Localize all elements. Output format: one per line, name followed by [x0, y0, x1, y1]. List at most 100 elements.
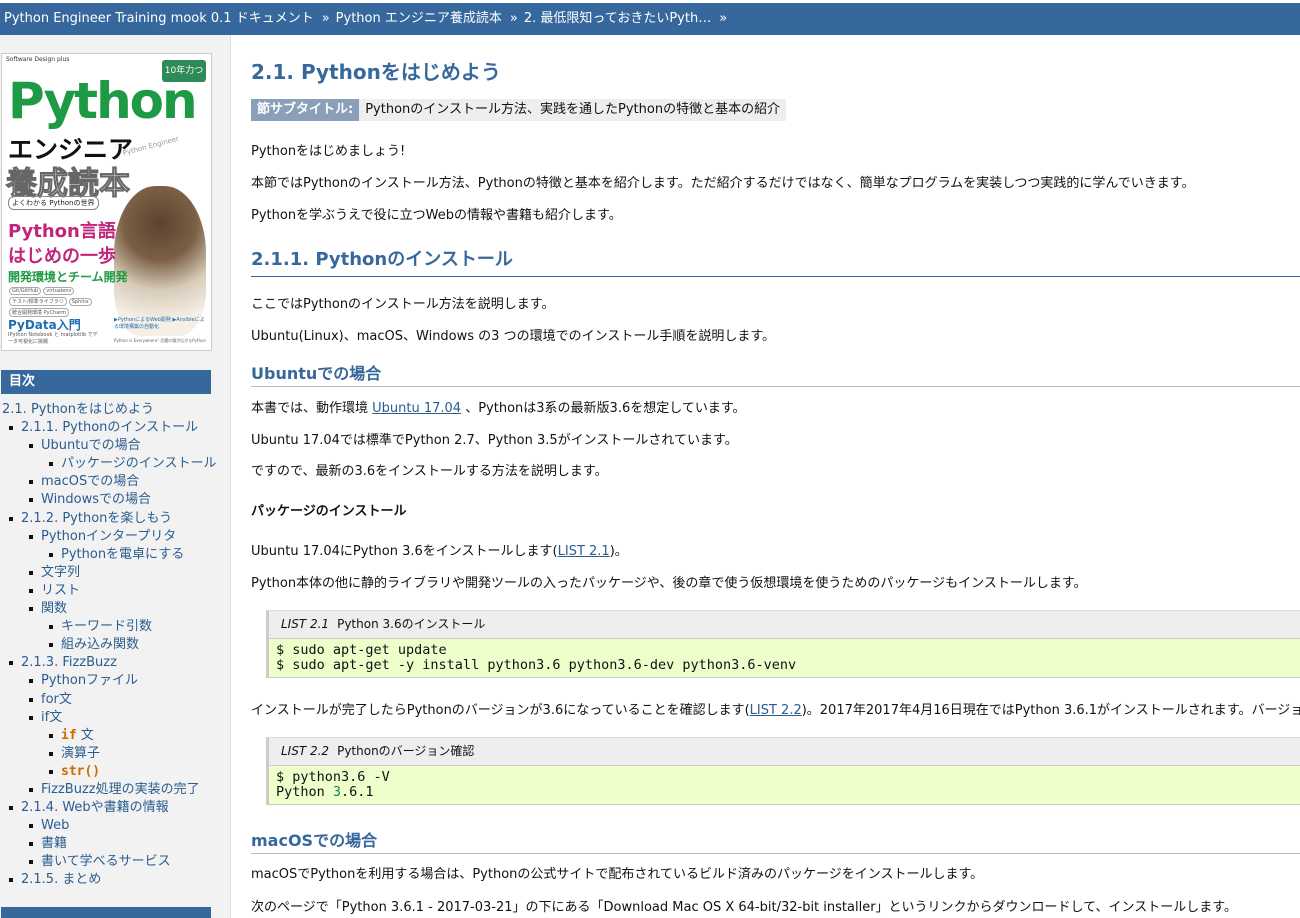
breadcrumb-separator-tail: »	[719, 11, 728, 26]
toc-item[interactable]: 2.1.1. Pythonのインストール	[0, 419, 230, 437]
toc-item-code: if	[61, 727, 77, 743]
list-2-1-link[interactable]: LIST 2.1	[558, 544, 610, 559]
toc-item[interactable]: Web	[0, 817, 230, 835]
section-heading-macos: macOSでの場合	[251, 831, 378, 850]
section-subtitle: 節サブタイトル: Pythonのインストール方法、実践を通したPythonの特徴と…	[251, 99, 787, 121]
toc-item-label: パッケージのインストール	[61, 456, 217, 472]
toc-item[interactable]: 演算子	[0, 745, 230, 763]
section-rule	[251, 853, 1300, 854]
toc-item[interactable]: 関数	[0, 600, 230, 618]
toc-item[interactable]: Pythonを電卓にする	[0, 546, 230, 564]
cover-pill: Git/GitHub	[9, 287, 42, 295]
toc-item[interactable]: str()	[0, 763, 230, 781]
paragraph: ここではPythonのインストール方法を説明します。	[251, 297, 555, 312]
toc-item[interactable]: for文	[0, 691, 230, 709]
section-heading-ubuntu: Ubuntuでの場合	[251, 364, 382, 383]
code-body[interactable]: $ sudo apt-get update $ sudo apt-get -y …	[266, 638, 1300, 678]
toc-item[interactable]: 書籍	[0, 835, 230, 853]
toc-item[interactable]: Pythonインタープリタ	[0, 528, 230, 546]
main-content: 2.1. Pythonをはじめよう 節サブタイトル: Pythonのインストール方…	[251, 35, 1300, 918]
text: インストールが完了したらPythonのバージョンが3.6になっていることを確認し…	[251, 703, 750, 718]
code-line: $ sudo apt-get -y install python3.6 pyth…	[276, 657, 797, 673]
toc-item[interactable]: if 文	[0, 727, 230, 745]
toc-item-label: Pythonインタープリタ	[41, 528, 177, 544]
cover-step1: Python言語	[8, 221, 116, 242]
paragraph: Ubuntu 17.04にPython 3.6をインストールします(LIST 2…	[251, 540, 628, 559]
paragraph: Python本体の他に静的ライブラリや開発ツールの入ったパッケージや、後の章で使…	[251, 576, 1087, 591]
code-caption-number: LIST 2.1	[281, 617, 330, 631]
toc-item[interactable]: 2.1.3. FizzBuzz	[0, 654, 230, 672]
sidebar: Software Design plus 10年力つくる Python Pyth…	[0, 35, 231, 918]
code-caption-number: LIST 2.2	[281, 744, 330, 758]
book-cover-image[interactable]: Software Design plus 10年力つくる Python Pyth…	[1, 53, 212, 351]
cover-step2: はじめの一歩	[8, 246, 116, 267]
cover-pill: Sphinx	[68, 298, 92, 306]
toc-item[interactable]: 組み込み関数	[0, 636, 230, 654]
text: 本書では、動作環境	[251, 401, 373, 416]
breadcrumb: Python Engineer Training mook 0.1 ドキュメント…	[0, 3, 1300, 35]
code-line: $ sudo apt-get update	[276, 642, 447, 658]
breadcrumb-root-link[interactable]: Python Engineer Training mook 0.1 ドキュメント	[4, 3, 314, 35]
paragraph: Pythonをはじめましょう!	[251, 144, 406, 159]
toc-item[interactable]: Ubuntuでの場合	[0, 437, 230, 455]
toc-header: 目次	[1, 370, 211, 394]
section-rule	[251, 276, 1300, 277]
toc-item[interactable]: 文字列	[0, 564, 230, 582]
toc-item-label: 文字列	[41, 564, 81, 580]
toc-item[interactable]: 2.1.5. まとめ	[0, 871, 230, 889]
breadcrumb-book-link[interactable]: Python エンジニア養成読本	[336, 3, 502, 35]
code-line-part: Python	[276, 784, 333, 800]
code-body[interactable]: $ python3.6 -V Python 3.6.1	[266, 765, 1300, 805]
code-caption: LIST 2.1 Python 3.6のインストール	[266, 610, 1300, 638]
toc-item[interactable]: 2.1.2. Pythonを楽しもう	[0, 510, 230, 528]
ubuntu-link[interactable]: Ubuntu 17.04	[372, 401, 461, 416]
list-2-2-link[interactable]: LIST 2.2	[750, 703, 802, 718]
toc-item[interactable]: if文	[0, 709, 230, 727]
cover-title-python: Python	[8, 72, 198, 130]
code-caption-title: Pythonのバージョン確認	[337, 744, 475, 758]
toc-item-label: リスト	[41, 582, 81, 598]
subtitle-value: Pythonのインストール方法、実践を通したPythonの特徴と基本の紹介	[359, 99, 787, 121]
section-heading-install: 2.1.1. Pythonのインストール	[251, 249, 513, 270]
code-number: 3	[332, 784, 342, 800]
toc-item-label: 2.1.5. まとめ	[21, 872, 102, 888]
toc-item-label: 2.1.1. Pythonのインストール	[21, 420, 199, 436]
toc-item[interactable]: macOSでの場合	[0, 473, 230, 491]
toc-item[interactable]: 2.1. Pythonをはじめよう	[0, 401, 230, 419]
ferret-illustration	[114, 186, 206, 336]
toc-item[interactable]: 書いて学べるサービス	[0, 853, 230, 871]
subsection-heading-package: パッケージのインストール	[251, 504, 407, 519]
toc-item-label: for文	[41, 691, 72, 707]
paragraph: 本節ではPythonのインストール方法、Pythonの特徴と基本を紹介します。た…	[251, 176, 1195, 191]
toc-item-label: macOSでの場合	[41, 474, 140, 490]
breadcrumb-chapter-link[interactable]: 2. 最低限知っておきたいPyth…	[524, 3, 711, 35]
toc-item[interactable]: パッケージのインストール	[0, 455, 230, 473]
toc-item-label: キーワード引数	[61, 619, 153, 635]
code-caption: LIST 2.2 Pythonのバージョン確認	[266, 737, 1300, 765]
cover-everywhere: Python is Everywhere! 活躍の場が広がるPython	[114, 338, 206, 343]
toc-item-label: Pythonファイル	[41, 673, 139, 689]
toc-item[interactable]: キーワード引数	[0, 618, 230, 636]
paragraph: 次のページで「Python 3.6.1 - 2017-03-21」の下にある「D…	[251, 900, 1237, 915]
toc-item-label: 2.1.3. FizzBuzz	[21, 655, 117, 671]
page-title: 2.1. Pythonをはじめよう	[251, 60, 501, 84]
toc-item[interactable]: 2.1.4. Webや書籍の情報	[0, 799, 230, 817]
toc-item-label: 2.1.4. Webや書籍の情報	[21, 800, 169, 816]
toc-item[interactable]: FizzBuzz処理の実装の完了	[0, 781, 230, 799]
toc-item-label: 書籍	[41, 836, 68, 852]
toc-item[interactable]: Windowsでの場合	[0, 491, 230, 509]
breadcrumb-separator: »	[321, 11, 330, 26]
toc-item[interactable]: リスト	[0, 582, 230, 600]
toc-item-label: Ubuntuでの場合	[41, 438, 141, 454]
code-caption-title: Python 3.6のインストール	[337, 617, 486, 631]
cover-series: Software Design plus	[6, 56, 70, 63]
toc-item-label: 文	[76, 727, 94, 743]
toc-item[interactable]: Pythonファイル	[0, 672, 230, 690]
toc-item-label: Pythonを電卓にする	[61, 546, 185, 562]
paragraph: 本書では、動作環境 Ubuntu 17.04 、Pythonは3系の最新版3.6…	[251, 397, 746, 416]
cover-pill: virtualenv	[43, 287, 75, 295]
text: )。2017年2017年4月16日現在ではPython 3.6.1がインストール…	[801, 703, 1300, 718]
toc-item-label: if文	[41, 709, 63, 725]
paragraph: Ubuntu 17.04では標準でPython 2.7、Python 3.5がイ…	[251, 433, 738, 448]
toc-item-label: 2.1. Pythonをはじめよう	[2, 402, 155, 417]
